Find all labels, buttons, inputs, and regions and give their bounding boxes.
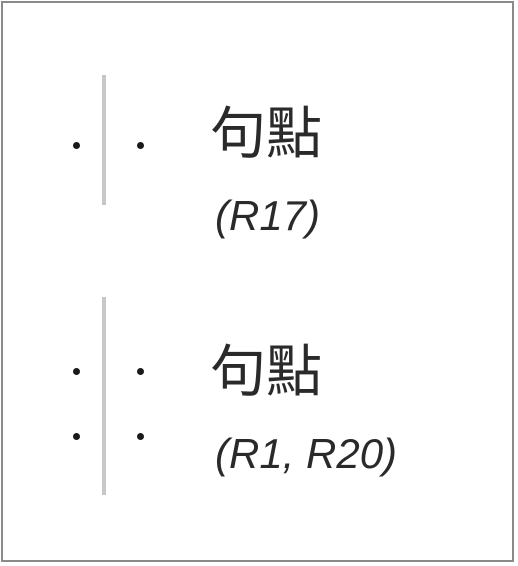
entry-reference: (R17) <box>215 192 321 239</box>
punctuation-entry-period-r1-r20: 句點 (R1, R20) <box>3 295 512 501</box>
dot-bottom-right <box>137 433 144 440</box>
dot-top-left <box>73 368 80 375</box>
entry-label: 句點 <box>210 340 322 405</box>
entry-reference: (R1, R20) <box>215 430 398 477</box>
dot-top-right <box>137 368 144 375</box>
punctuation-entry-period-r17: 句點 (R17) <box>3 71 512 237</box>
dot-left <box>73 142 80 149</box>
vertical-rule <box>102 75 106 205</box>
dot-bottom-left <box>73 433 80 440</box>
dot-right <box>137 142 144 149</box>
entry-label: 句點 <box>210 102 322 167</box>
vertical-rule <box>102 297 106 495</box>
figure-frame: 句點 (R17) 句點 (R1, R20) <box>1 1 514 562</box>
